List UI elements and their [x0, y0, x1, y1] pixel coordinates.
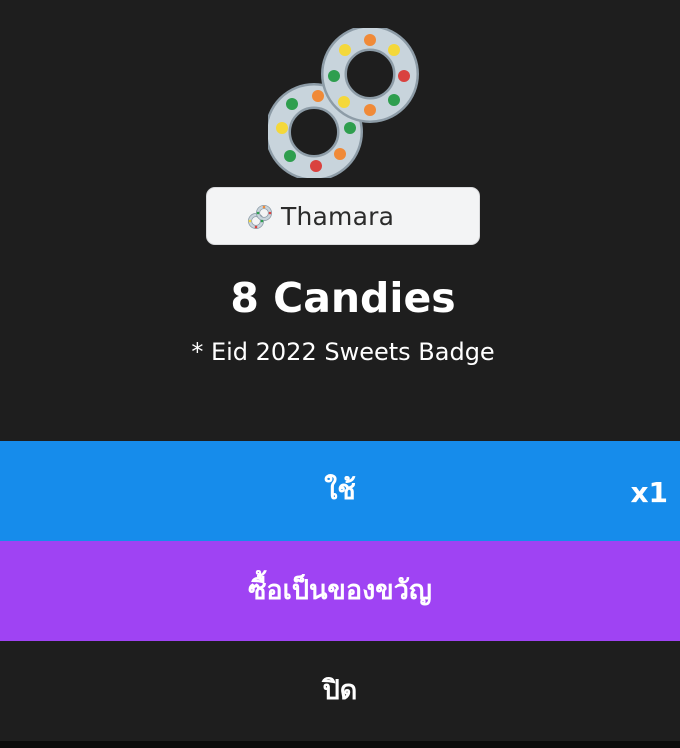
close-button[interactable]: ปิด [0, 641, 680, 741]
owner-name-chip: Thamara [206, 187, 480, 245]
use-button[interactable]: ใช้ x1 [0, 441, 680, 541]
candy-figure-eight-icon [268, 28, 419, 178]
candy-figure-eight-icon [248, 205, 272, 229]
owner-name: Thamara [281, 202, 395, 231]
item-subtitle: * Eid 2022 Sweets Badge [191, 338, 495, 366]
badge-dialog: Thamara 8 Candies * Eid 2022 Sweets Badg… [0, 0, 680, 748]
item-title: 8 Candies [230, 274, 456, 322]
buy-as-gift-label: ซื้อเป็นของขวัญ [248, 575, 432, 606]
buy-as-gift-button[interactable]: ซื้อเป็นของขวัญ [0, 541, 680, 641]
close-label: ปิด [322, 675, 358, 706]
use-count-badge: x1 [630, 476, 668, 509]
bottom-edge [0, 741, 680, 748]
use-button-label: ใช้ [324, 475, 356, 506]
